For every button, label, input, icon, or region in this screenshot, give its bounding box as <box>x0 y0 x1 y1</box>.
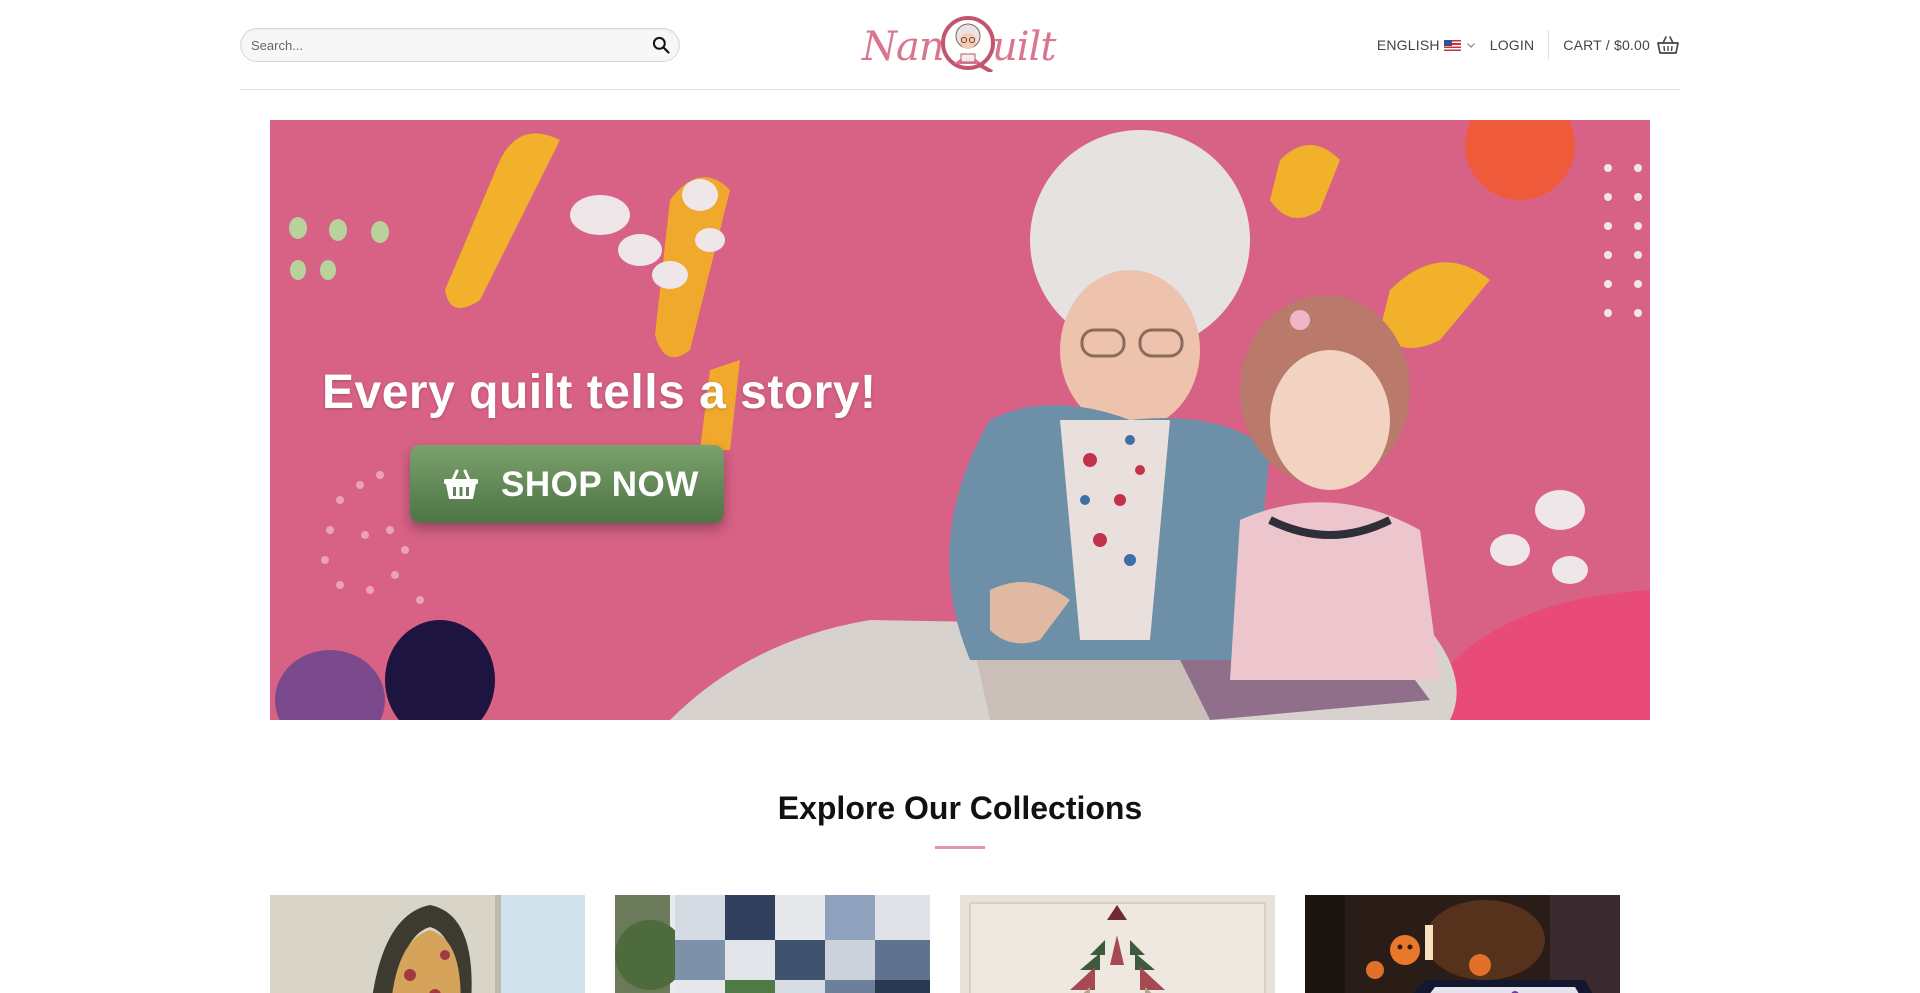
header-nav: ENGLISH LOGIN CART / $0.00 <box>1377 30 1680 60</box>
collection-card-patterns[interactable] <box>960 895 1275 993</box>
collection-card-halloween[interactable] <box>1305 895 1620 993</box>
logo-grandma-icon <box>941 16 995 72</box>
collection-image-bags <box>270 895 585 993</box>
site-header: Nana uilt ENGLISH LOGIN CART / $0.00 <box>240 0 1680 90</box>
collection-card-bags[interactable] <box>270 895 585 993</box>
shop-now-label: SHOP NOW <box>501 465 699 504</box>
collections-title: Explore Our Collections <box>777 790 1143 826</box>
us-flag-icon <box>1443 39 1461 51</box>
collection-image-quilts <box>615 895 930 993</box>
logo-text-right: uilt <box>992 24 1056 70</box>
collection-image-patterns <box>960 895 1275 993</box>
search-icon[interactable] <box>651 35 671 55</box>
search-input[interactable] <box>251 29 631 61</box>
title-underline <box>935 846 985 849</box>
language-switcher[interactable]: ENGLISH <box>1377 37 1476 53</box>
chevron-down-icon <box>1466 43 1475 48</box>
site-logo[interactable]: Nana uilt <box>860 10 1060 76</box>
cart-link[interactable]: CART / $0.00 <box>1563 33 1680 57</box>
collection-card-quilts[interactable] <box>615 895 930 993</box>
shop-now-button[interactable]: SHOP NOW <box>410 445 724 523</box>
search-box <box>240 28 680 62</box>
collection-image-halloween <box>1305 895 1620 993</box>
cart-label: CART / $0.00 <box>1563 37 1650 53</box>
basket-icon <box>444 469 478 499</box>
language-label: ENGLISH <box>1376 37 1440 53</box>
nav-divider <box>1548 30 1550 60</box>
hero-title: Every quilt tells a story! <box>322 366 877 419</box>
login-link[interactable]: LOGIN <box>1490 37 1535 53</box>
basket-icon <box>1657 36 1679 54</box>
hero-banner: Every quilt tells a story! SHOP NOW <box>270 120 1650 720</box>
hero-image <box>270 120 1650 720</box>
